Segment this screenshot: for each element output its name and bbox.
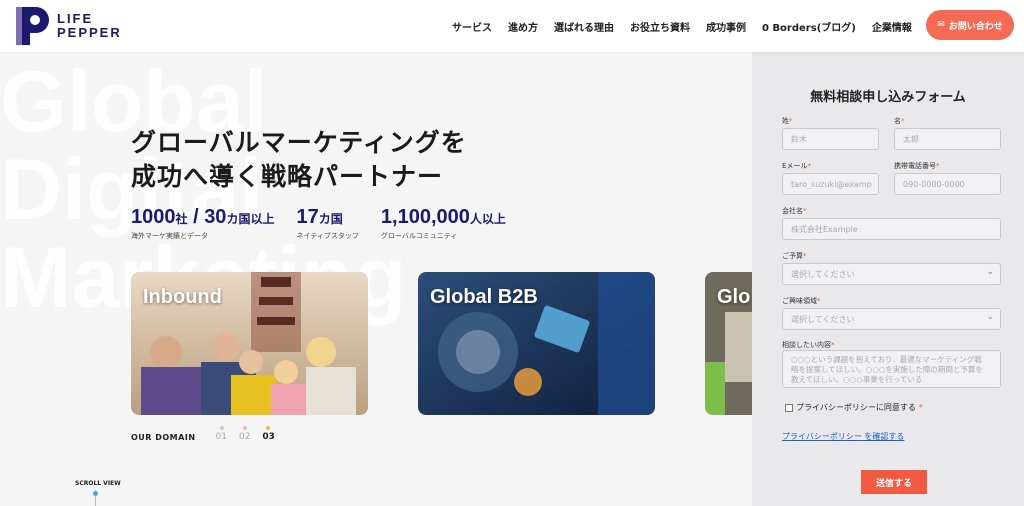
- first-name-label: 名*: [894, 117, 905, 125]
- domain-card-third[interactable]: Glo: [705, 272, 752, 415]
- nav-process[interactable]: 進め方: [508, 19, 538, 34]
- main-nav: サービス 進め方 選ばれる理由 お役立ち資料 成功事例 0 Borders(ブロ…: [452, 0, 928, 52]
- budget-label: ご予算*: [782, 252, 807, 260]
- mail-icon: ✉: [937, 20, 945, 30]
- stat-item: 1000社 / 30カ国以上 海外マーケ実績とデータ: [131, 206, 274, 241]
- phone-field[interactable]: 090-0000-0000: [894, 173, 1001, 195]
- interest-label: ご興味領域*: [782, 297, 821, 305]
- card-label: Inbound: [143, 286, 222, 308]
- consultation-form: 無料相談申し込みフォーム 姓* 鈴木 名* 太郎 Eメール* taro_suzu…: [752, 52, 1024, 506]
- contact-button-label: お問い合わせ: [948, 21, 1003, 32]
- email-label: Eメール*: [782, 162, 811, 170]
- site-header: LIFE PEPPER サービス 進め方 選ばれる理由 お役立ち資料 成功事例 …: [0, 0, 1024, 52]
- scroll-indicator-dot: [93, 491, 98, 496]
- stat-item: 1,100,000人以上 グローバルコミュニティ: [381, 206, 506, 241]
- domain-page-2[interactable]: 02: [239, 426, 250, 442]
- nav-reasons[interactable]: 選ばれる理由: [554, 19, 614, 34]
- logo-text: LIFE PEPPER: [57, 12, 122, 40]
- our-domain-pager: OUR DOMAIN 01 02 03: [131, 426, 275, 442]
- stat-caption: グローバルコミュニティ: [380, 232, 458, 240]
- stat-value-2: 30: [204, 206, 227, 228]
- logo-line1: LIFE: [57, 11, 94, 26]
- nav-blog[interactable]: 0 Borders(ブログ): [762, 19, 856, 34]
- phone-label: 携帯電話番号*: [894, 162, 940, 170]
- logo-line2: PEPPER: [57, 25, 122, 40]
- nav-company[interactable]: 企業情報: [872, 19, 912, 34]
- nav-services[interactable]: サービス: [452, 19, 492, 34]
- domain-title: OUR DOMAIN: [131, 433, 196, 442]
- budget-select[interactable]: 選択してください: [782, 263, 1001, 285]
- domain-page-3[interactable]: 03: [262, 426, 275, 442]
- stat-value: 17: [296, 206, 319, 228]
- nav-resources[interactable]: お役立ち資料: [630, 19, 690, 34]
- privacy-checkbox-label: プライバシーポリシーに同意する: [796, 403, 916, 412]
- stat-separator: /: [187, 206, 205, 228]
- stat-unit: 人以上: [469, 212, 506, 226]
- submit-button[interactable]: 送信する: [861, 470, 927, 494]
- logo[interactable]: LIFE PEPPER: [16, 7, 122, 45]
- privacy-policy-link[interactable]: プライバシーポリシー を確認する: [782, 431, 904, 442]
- last-name-input[interactable]: 鈴木: [782, 128, 879, 150]
- stat-unit: カ国: [318, 212, 343, 226]
- hero-title: グローバルマーケティングを 成功へ導く戦略パートナー: [131, 126, 467, 194]
- interest-select[interactable]: 選択してください: [782, 308, 1001, 330]
- company-label: 会社名*: [782, 207, 807, 215]
- card-label: Glo: [717, 286, 751, 308]
- inquiry-textarea[interactable]: ○○○という課題を抱えており、最適なマーケティング戦略を提案してほしい。○○○を…: [782, 350, 1001, 388]
- stat-value: 1000: [131, 206, 176, 228]
- hero-title-line2: 成功へ導く戦略パートナー: [131, 162, 444, 191]
- stat-caption: 海外マーケ実績とデータ: [131, 232, 208, 240]
- card-label: Global B2B: [430, 286, 538, 308]
- domain-card-global-b2b[interactable]: Global B2B: [418, 272, 655, 415]
- inquiry-label: 相談したい内容*: [782, 341, 835, 349]
- logo-mark-icon: [16, 7, 49, 45]
- email-field[interactable]: taro_suzuki@examp: [782, 173, 879, 195]
- privacy-agree[interactable]: プライバシーポリシーに同意する *: [785, 402, 923, 413]
- first-name-input[interactable]: 太郎: [894, 128, 1001, 150]
- stat-unit-2: カ国以上: [226, 212, 275, 226]
- contact-button[interactable]: ✉ お問い合わせ: [926, 10, 1014, 40]
- stat-value: 1,100,000: [380, 206, 470, 228]
- domain-page-1[interactable]: 01: [216, 426, 227, 442]
- company-field[interactable]: 株式会社Example: [782, 218, 1001, 240]
- scroll-view-label: SCROLL VIEW: [75, 480, 121, 487]
- form-title: 無料相談申し込みフォーム: [810, 90, 966, 105]
- stat-caption: ネイティブスタッフ: [296, 232, 359, 240]
- domain-card-inbound[interactable]: Inbound: [131, 272, 368, 415]
- stat-item: 17カ国 ネイティブスタッフ: [296, 206, 358, 241]
- hero-title-line1: グローバルマーケティングを: [131, 128, 467, 157]
- stat-unit: 社: [175, 212, 188, 226]
- stats: 1000社 / 30カ国以上 海外マーケ実績とデータ 17カ国 ネイティブスタッ…: [131, 206, 528, 241]
- privacy-checkbox[interactable]: [785, 403, 793, 412]
- nav-cases[interactable]: 成功事例: [706, 19, 746, 34]
- last-name-label: 姓*: [782, 117, 793, 125]
